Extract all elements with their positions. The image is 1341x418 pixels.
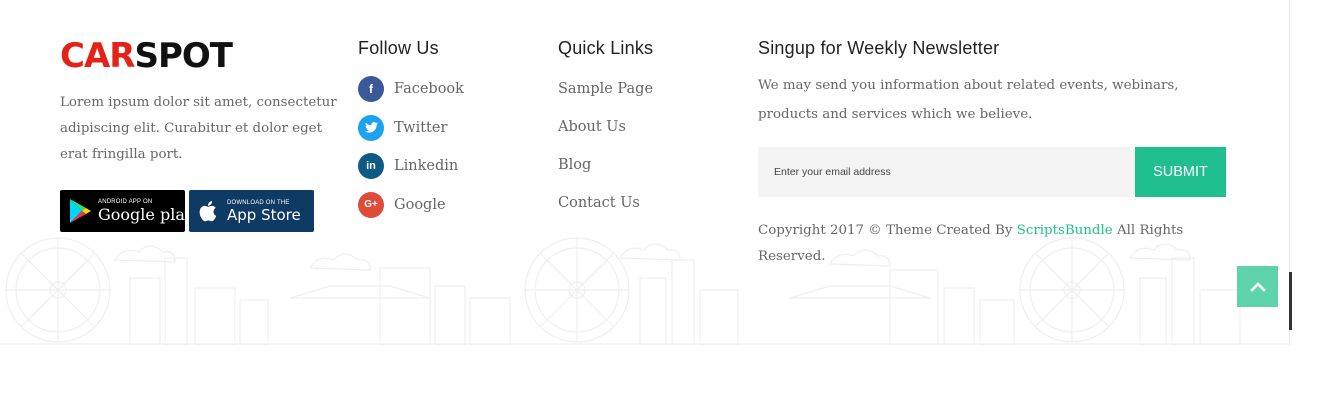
logo-text-car: CAR — [60, 36, 135, 76]
about-description: Lorem ipsum dolor sit amet, consectetur … — [60, 95, 337, 162]
follow-us-column: Follow Us f Facebook Twitter in Linkedin… — [358, 36, 538, 224]
google-play-icon — [70, 199, 91, 223]
quick-links-column: Quick Links Sample Page About Us Blog Co… — [558, 36, 728, 222]
quick-link-contact-us[interactable]: Contact Us — [558, 184, 728, 222]
quick-links-list: Sample Page About Us Blog Contact Us — [558, 70, 728, 222]
social-label: Linkedin — [394, 158, 459, 175]
quick-link-sample-page[interactable]: Sample Page — [558, 70, 728, 108]
google-play-badge[interactable]: ANDROID APP ON Google play — [60, 190, 194, 232]
newsletter-column: Singup for Weekly Newsletter We may send… — [758, 36, 1228, 270]
social-label: Google — [394, 196, 446, 213]
email-input[interactable] — [758, 147, 1135, 197]
social-link-linkedin[interactable]: in Linkedin — [358, 147, 538, 186]
copyright-prefix: Copyright 2017 © Theme Created By — [758, 223, 1017, 238]
app-store-badges: ANDROID APP ON Google play Download on t… — [60, 190, 345, 232]
logo-text-spot: SPOT — [134, 36, 233, 76]
social-link-google[interactable]: G+ Google — [358, 186, 538, 225]
app-store-badge[interactable]: Download on the App Store — [189, 190, 314, 232]
scriptsbundle-link[interactable]: ScriptsBundle — [1017, 223, 1113, 238]
app-store-label: App Store — [227, 205, 301, 224]
linkedin-icon: in — [358, 153, 384, 180]
newsletter-form: SUBMIT — [758, 147, 1226, 197]
chevron-up-icon — [1249, 282, 1266, 292]
quick-links-title: Quick Links — [558, 38, 654, 58]
copyright-text: Copyright 2017 © Theme Created By Script… — [758, 218, 1198, 270]
google-plus-icon: G+ — [358, 191, 384, 218]
follow-us-title: Follow Us — [358, 38, 439, 58]
about-column: CARSPOT Lorem ipsum dolor sit amet, cons… — [60, 36, 345, 232]
newsletter-title: Singup for Weekly Newsletter — [758, 38, 1000, 58]
submit-button[interactable]: SUBMIT — [1135, 147, 1226, 197]
social-label: Twitter — [394, 119, 448, 136]
google-play-label: Google play — [98, 205, 194, 224]
quick-link-about-us[interactable]: About Us — [558, 108, 728, 146]
social-links-list: f Facebook Twitter in Linkedin G+ Google — [358, 70, 538, 224]
facebook-icon: f — [358, 76, 384, 103]
social-link-facebook[interactable]: f Facebook — [358, 70, 538, 109]
site-footer: CARSPOT Lorem ipsum dolor sit amet, cons… — [0, 0, 1290, 345]
social-link-twitter[interactable]: Twitter — [358, 109, 538, 148]
apple-icon — [199, 201, 217, 222]
back-to-top-button[interactable] — [1237, 266, 1278, 307]
newsletter-description: We may send you information about relate… — [758, 78, 1179, 122]
carspot-logo[interactable]: CARSPOT — [60, 36, 345, 76]
twitter-icon — [358, 114, 384, 141]
app-store-small-text: Download on the — [227, 199, 290, 206]
social-label: Facebook — [394, 81, 464, 98]
scrollbar-edge — [1289, 272, 1292, 330]
quick-link-blog[interactable]: Blog — [558, 146, 728, 184]
